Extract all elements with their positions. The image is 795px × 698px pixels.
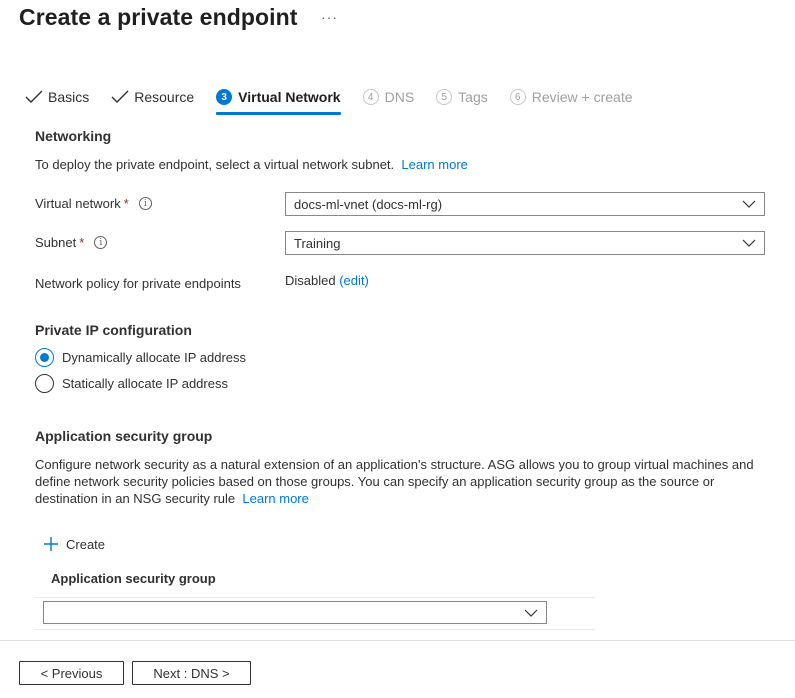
required-asterisk: * xyxy=(123,196,129,211)
create-asg-button[interactable]: Create xyxy=(43,536,105,552)
page-title: Create a private endpoint xyxy=(19,4,298,30)
previous-button[interactable]: < Previous xyxy=(19,661,124,685)
tab-virtual-network[interactable]: 3 Virtual Network xyxy=(216,86,342,115)
network-policy-label: Network policy for private endpoints xyxy=(35,276,241,291)
tab-label: Basics xyxy=(48,89,90,105)
label-text: Subnet xyxy=(35,235,77,250)
select-value: docs-ml-vnet (docs-ml-rg) xyxy=(294,196,443,212)
edit-policy-link[interactable]: (edit) xyxy=(339,273,369,288)
radio-label: Dynamically allocate IP address xyxy=(62,350,247,365)
select-value: Training xyxy=(294,235,341,251)
asg-select[interactable] xyxy=(43,601,547,624)
tab-tags[interactable]: 5 Tags xyxy=(436,86,488,108)
chevron-down-icon xyxy=(742,200,756,208)
tab-dns[interactable]: 4 DNS xyxy=(362,86,415,108)
grid-divider xyxy=(35,597,595,598)
virtual-network-select[interactable]: docs-ml-vnet (docs-ml-rg) xyxy=(285,192,765,216)
asg-heading: Application security group xyxy=(35,428,213,444)
wizard-tabs: Basics Resource 3 Virtual Network 4 DNS … xyxy=(25,86,655,116)
learn-more-link[interactable]: Learn more xyxy=(242,491,308,506)
plus-icon xyxy=(44,537,58,551)
chevron-down-icon xyxy=(524,609,538,617)
tab-label: Resource xyxy=(134,89,195,105)
networking-heading: Networking xyxy=(35,128,112,144)
step-number-badge: 5 xyxy=(436,89,453,105)
required-asterisk: * xyxy=(79,235,85,250)
info-icon[interactable]: i xyxy=(138,197,152,210)
asg-description-line-3: destination in an NSG security rule Lear… xyxy=(35,489,309,508)
radio-button-checked[interactable] xyxy=(35,348,54,367)
step-number-badge: 4 xyxy=(362,89,379,105)
tab-review-create[interactable]: 6 Review + create xyxy=(509,86,633,108)
tab-label: Tags xyxy=(458,89,488,105)
label-text: Virtual network xyxy=(35,196,121,211)
radio-dynamic-ip[interactable]: Dynamically allocate IP address xyxy=(35,348,246,367)
grid-divider xyxy=(35,629,595,630)
radio-label: Statically allocate IP address xyxy=(62,376,228,391)
network-policy-value: Disabled (edit) xyxy=(285,273,369,288)
private-ip-heading: Private IP configuration xyxy=(35,322,192,338)
learn-more-link[interactable]: Learn more xyxy=(401,157,467,172)
radio-button-unchecked[interactable] xyxy=(35,374,54,393)
description-text: destination in an NSG security rule xyxy=(35,491,236,506)
subnet-select[interactable]: Training xyxy=(285,231,765,255)
info-icon[interactable]: i xyxy=(94,236,108,249)
policy-status: Disabled xyxy=(285,273,336,288)
virtual-network-label: Virtual network * i xyxy=(35,196,152,211)
asg-column-header: Application security group xyxy=(51,571,216,586)
networking-description: To deploy the private endpoint, select a… xyxy=(35,155,468,174)
checkmark-icon xyxy=(25,90,43,103)
create-label: Create xyxy=(66,536,106,552)
next-dns-button[interactable]: Next : DNS > xyxy=(132,661,251,685)
more-options-button[interactable]: ··· xyxy=(321,9,338,25)
step-number-badge: 6 xyxy=(509,89,526,105)
tab-resource[interactable]: Resource xyxy=(111,86,194,108)
footer-divider xyxy=(0,640,795,641)
tab-label: DNS xyxy=(384,89,415,105)
tab-basics[interactable]: Basics xyxy=(25,86,89,108)
description-text: To deploy the private endpoint, select a… xyxy=(35,157,395,172)
radio-static-ip[interactable]: Statically allocate IP address xyxy=(35,374,228,393)
tab-label: Virtual Network xyxy=(238,89,341,105)
checkmark-icon xyxy=(111,90,129,103)
tab-label: Review + create xyxy=(531,89,633,105)
subnet-label: Subnet * i xyxy=(35,235,108,250)
step-number-badge: 3 xyxy=(216,89,233,105)
chevron-down-icon xyxy=(742,239,756,247)
